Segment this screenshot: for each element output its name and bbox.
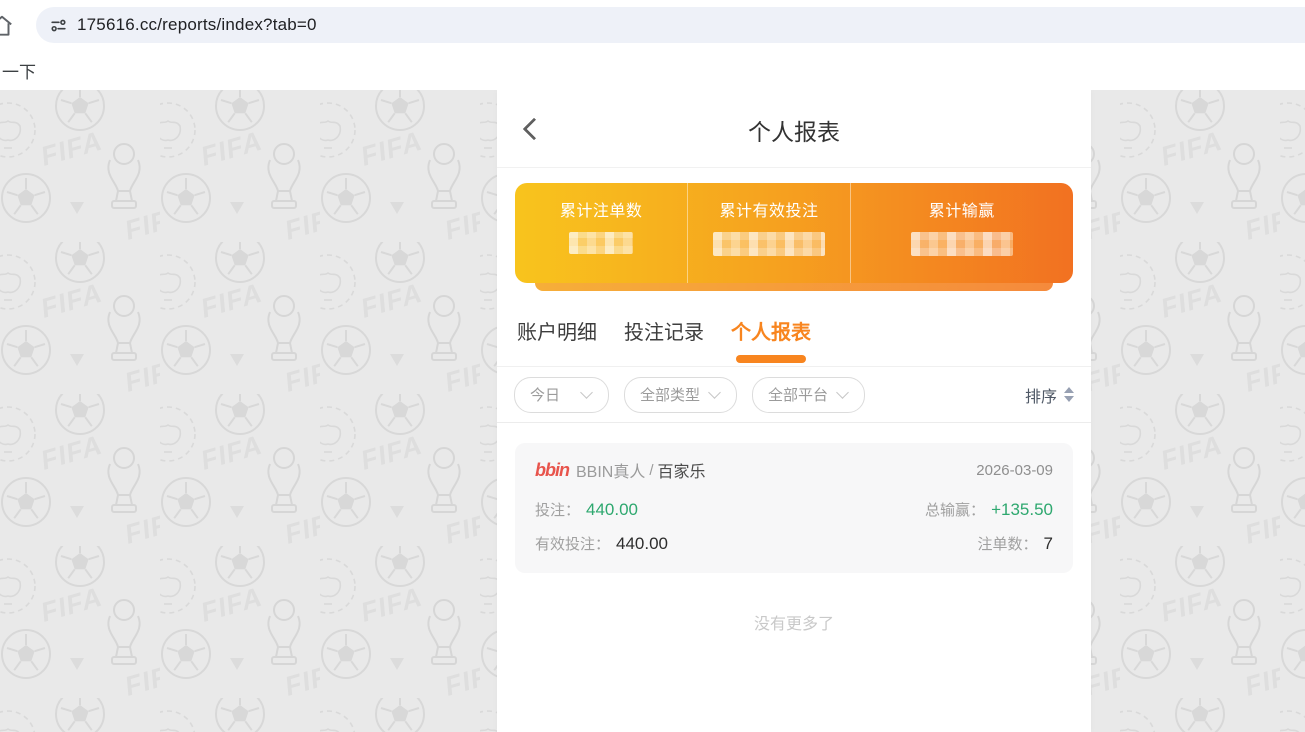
active-tab-underline (736, 355, 806, 363)
bet-count-label: 注单数： (978, 533, 1038, 554)
sort-arrows-icon (1064, 387, 1074, 402)
dropdown-value: 今日 (530, 384, 560, 405)
stats-card-shadow-strip (535, 283, 1053, 291)
chevron-down-icon (580, 386, 593, 399)
report-item-header: bbin BBIN真人 / 百家乐 2026-03-09 (535, 458, 1053, 482)
report-item-row: 有效投注： 440.00 注单数： 7 (535, 533, 1053, 554)
panel-header: 个人报表 (497, 90, 1091, 168)
chevron-down-icon (708, 386, 721, 399)
stats-card: 累计注单数 累计有效投注 累计输赢 (515, 183, 1073, 283)
censored-value (911, 232, 1013, 256)
bet-label: 投注： (535, 499, 580, 520)
bet-count-value: 7 (1044, 534, 1053, 554)
sort-control[interactable]: 排序 (1025, 383, 1074, 407)
report-date: 2026-03-09 (976, 462, 1053, 479)
tab-bet-records[interactable]: 投注记录 (624, 316, 704, 366)
dropdown-value: 全部类型 (640, 384, 700, 405)
provider-name: BBIN真人 (576, 458, 645, 482)
cropped-page-text: 一下 (2, 58, 36, 83)
winloss-group: 总输赢： +135.50 (925, 499, 1053, 520)
bbin-logo: bbin (535, 460, 569, 481)
url-text: 175616.cc/reports/index?tab=0 (77, 15, 317, 35)
no-more-text: 没有更多了 (515, 610, 1073, 634)
stat-label: 累计注单数 (560, 197, 643, 221)
tune-icon[interactable] (49, 16, 68, 35)
date-filter-dropdown[interactable]: 今日 (514, 377, 609, 413)
stat-label: 累计有效投注 (719, 197, 818, 221)
bet-count-group: 注单数： 7 (978, 533, 1053, 554)
chevron-down-icon (836, 386, 849, 399)
type-filter-dropdown[interactable]: 全部类型 (624, 377, 737, 413)
tab-personal-report[interactable]: 个人报表 (731, 316, 811, 366)
dropdown-value: 全部平台 (768, 384, 828, 405)
separator: / (649, 462, 653, 479)
filter-bar: 今日 全部类型 全部平台 排序 (497, 367, 1091, 423)
report-list-item[interactable]: bbin BBIN真人 / 百家乐 2026-03-09 投注： 440.00 … (515, 443, 1073, 573)
sort-label: 排序 (1025, 383, 1057, 407)
tab-label: 个人报表 (731, 322, 811, 344)
tab-account-details[interactable]: 账户明细 (517, 316, 597, 366)
report-list: bbin BBIN真人 / 百家乐 2026-03-09 投注： 440.00 … (497, 423, 1091, 634)
report-panel: 个人报表 累计注单数 累计有效投注 累计输赢 账户明细 (497, 90, 1091, 732)
sort-asc-icon (1064, 387, 1074, 393)
browser-toolbar: 175616.cc/reports/index?tab=0 一下 (0, 0, 1305, 90)
sort-desc-icon (1064, 396, 1074, 402)
page-title: 个人报表 (497, 113, 1091, 147)
address-bar[interactable]: 175616.cc/reports/index?tab=0 (36, 7, 1305, 43)
stat-label: 累计输赢 (929, 197, 995, 221)
valid-bet-label: 有效投注： (535, 533, 610, 554)
censored-value (713, 232, 825, 256)
tab-bar: 账户明细 投注记录 个人报表 (497, 291, 1091, 367)
stat-total-valid-bet: 累计有效投注 (688, 183, 850, 283)
platform-filter-dropdown[interactable]: 全部平台 (752, 377, 865, 413)
censored-value (569, 232, 633, 254)
home-icon[interactable] (0, 13, 15, 44)
bet-value: 440.00 (586, 500, 638, 520)
screen: 175616.cc/reports/index?tab=0 一下 (0, 0, 1305, 732)
stat-total-winloss: 累计输赢 (851, 183, 1073, 283)
winloss-value: +135.50 (991, 500, 1053, 520)
stats-section: 累计注单数 累计有效投注 累计输赢 (497, 168, 1091, 291)
stat-total-bets: 累计注单数 (515, 183, 688, 283)
valid-bet-value: 440.00 (616, 534, 668, 554)
winloss-label: 总输赢： (925, 499, 985, 520)
report-item-row: 投注： 440.00 总输赢： +135.50 (535, 499, 1053, 520)
game-name: 百家乐 (658, 458, 706, 482)
